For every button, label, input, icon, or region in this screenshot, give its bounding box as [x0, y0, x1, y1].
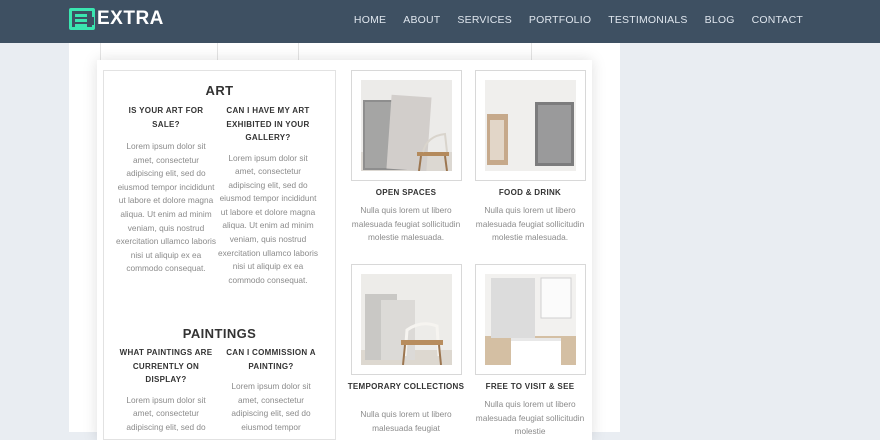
main-nav: HOME ABOUT SERVICES PORTFOLIO TESTIMONIA… — [337, 0, 803, 40]
faq-question: WHAT PAINTINGS ARE CURRENTLY ON DISPLAY? — [119, 348, 213, 384]
nav-services[interactable]: SERVICES — [457, 14, 512, 26]
nav-blog[interactable]: BLOG — [705, 14, 735, 26]
nav-contact[interactable]: CONTACT — [752, 14, 803, 26]
feature-title: FREE TO VISIT & SEE — [485, 382, 575, 391]
temporary-collections-image — [361, 274, 452, 365]
feature-title: TEMPORARY COLLECTIONS — [347, 382, 465, 391]
nav-home[interactable]: HOME — [354, 14, 386, 26]
faq-answer: Lorem ipsum dolor sit amet, consectetur … — [231, 381, 311, 432]
faq-answer: Lorem ipsum dolor sit amet, consectetur … — [126, 394, 206, 432]
art-faq-2: CAN I HAVE MY ART EXHIBITED IN YOUR GALL… — [217, 104, 319, 287]
section-divider-strip — [100, 43, 532, 60]
feature-tile-temporary-collections[interactable] — [351, 264, 462, 375]
paintings-faq-2: CAN I COMMISSION A PAINTING? Lorem ipsum… — [220, 346, 322, 434]
faq-question: CAN I HAVE MY ART EXHIBITED IN YOUR GALL… — [226, 106, 310, 142]
nav-testimonials[interactable]: TESTIMONIALS — [608, 14, 687, 26]
feature-tile-open-spaces[interactable] — [351, 70, 462, 181]
feature-description: Nulla quis lorem ut libero malesuada feu… — [360, 409, 452, 433]
food-drink-image — [485, 80, 576, 171]
faq-answer: Lorem ipsum dolor sit amet, consectetur … — [217, 152, 319, 285]
feature-title: FOOD & DRINK — [498, 188, 562, 197]
feature-description: Nulla quis lorem ut libero malesuada feu… — [351, 205, 461, 243]
feature-tile-food-drink[interactable] — [475, 70, 586, 181]
paintings-faq-1: WHAT PAINTINGS ARE CURRENTLY ON DISPLAY?… — [115, 346, 217, 434]
site-header: EXTRA HOME ABOUT SERVICES PORTFOLIO TEST… — [0, 0, 880, 43]
nav-portfolio[interactable]: PORTFOLIO — [529, 14, 591, 26]
art-section-title: ART — [205, 83, 234, 98]
faq-question: CAN I COMMISSION A PAINTING? — [226, 348, 316, 371]
feature-description: Nulla quis lorem ut libero malesuada feu… — [475, 205, 585, 243]
feature-tile-free-to-visit[interactable] — [475, 264, 586, 375]
site-logo[interactable]: EXTRA — [69, 7, 164, 31]
faq-question: IS YOUR ART FOR SALE? — [128, 106, 204, 129]
feature-title: OPEN SPACES — [375, 188, 437, 197]
art-faq-1: IS YOUR ART FOR SALE? Lorem ipsum dolor … — [115, 104, 217, 276]
extra-logo-icon — [69, 8, 95, 30]
nav-about[interactable]: ABOUT — [403, 14, 440, 26]
logo-text: EXTRA — [97, 8, 164, 29]
free-to-visit-image — [485, 274, 576, 365]
paintings-section-title: PAINTINGS — [182, 326, 257, 341]
open-spaces-image — [361, 80, 452, 171]
feature-description: Nulla quis lorem ut libero malesuada feu… — [475, 399, 585, 437]
faq-answer: Lorem ipsum dolor sit amet, consectetur … — [115, 141, 217, 274]
